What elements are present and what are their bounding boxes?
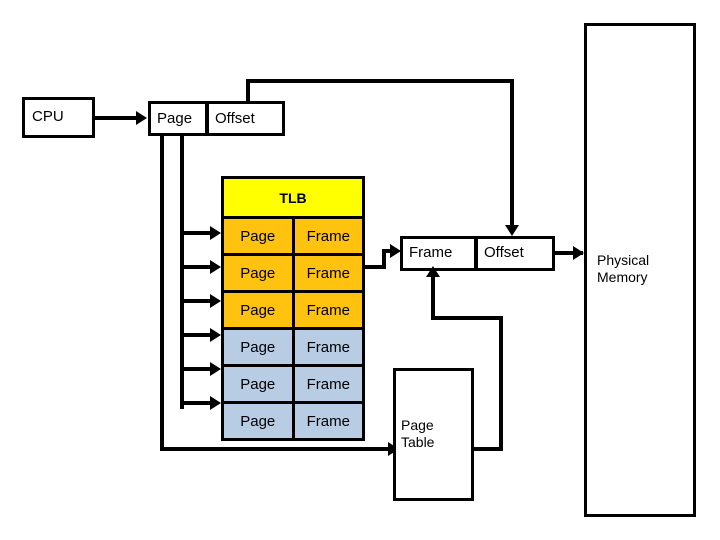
tlb-translation-diagram: CPU Page Offset TLB Page Frame Page Fram… <box>0 0 720 540</box>
pagetable-to-frame-arrowhead <box>426 266 440 277</box>
tlb-cell-frame: Frame <box>306 301 350 319</box>
tlb-branch-arrowhead-4 <box>210 328 221 342</box>
offset-route-arrowhead <box>505 225 519 236</box>
tlb-table: TLB Page Frame Page Frame Page Frame Pag… <box>221 176 365 441</box>
tlb-branch-line-1 <box>180 231 212 235</box>
cpu-to-address-arrowhead <box>136 111 147 125</box>
tlb-branch-arrowhead-2 <box>210 260 221 274</box>
tlb-branch-line-6 <box>180 401 212 405</box>
tlb-cell-frame: Frame <box>306 227 350 245</box>
table-row: Page Frame <box>224 367 362 404</box>
tlb-branch-arrowhead-6 <box>210 396 221 410</box>
tlb-branch-line-4 <box>180 333 212 337</box>
physical-address-divider <box>474 236 478 271</box>
offset-route-down-line <box>510 79 514 227</box>
pagetable-rise-line <box>499 316 503 451</box>
tlb-cell-page: Page <box>224 404 295 438</box>
tlb-header: TLB <box>224 179 362 219</box>
virtual-offset-label: Offset <box>215 110 255 127</box>
virtual-page-label: Page <box>157 110 193 127</box>
tlb-cell-page: Page <box>224 219 295 253</box>
page-table-label: Page Table <box>401 417 435 450</box>
table-row: Page Frame <box>224 256 362 293</box>
pagetable-to-frame-line <box>431 274 435 320</box>
page-to-pagetable-down-line <box>160 136 164 451</box>
table-row: Page Frame <box>224 219 362 256</box>
table-row: Page Frame <box>224 330 362 367</box>
table-row: Page Frame <box>224 293 362 330</box>
tlb-cell-page: Page <box>224 367 295 401</box>
tlb-branch-arrowhead-3 <box>210 294 221 308</box>
table-row: Page Frame <box>224 404 362 438</box>
offset-route-across-line <box>246 79 514 83</box>
pagetable-back-line <box>431 316 503 320</box>
tlb-branch-line-3 <box>180 299 212 303</box>
cpu-to-address-line <box>95 116 137 120</box>
tlb-branch-line-5 <box>180 367 212 371</box>
tlb-cell-frame: Frame <box>306 338 350 356</box>
physical-frame-label: Frame <box>409 244 453 261</box>
page-to-pagetable-across-line <box>160 447 389 451</box>
tlb-branch-arrowhead-5 <box>210 362 221 376</box>
tlb-cell-page: Page <box>224 293 295 327</box>
physical-memory-label: Physical Memory <box>597 252 650 285</box>
tlb-cell-frame: Frame <box>306 412 350 430</box>
tlb-cell-page: Page <box>224 330 295 364</box>
cpu-label: CPU <box>32 108 64 125</box>
physical-offset-label: Offset <box>484 244 524 261</box>
tlb-branch-line-2 <box>180 265 212 269</box>
tlb-cell-frame: Frame <box>306 375 350 393</box>
tlb-cell-page: Page <box>224 256 295 290</box>
tlb-branch-arrowhead-1 <box>210 226 221 240</box>
physical-address-to-memory-arrowhead <box>573 246 584 260</box>
virtual-address-divider <box>205 101 209 136</box>
tlb-cell-frame: Frame <box>306 264 350 282</box>
